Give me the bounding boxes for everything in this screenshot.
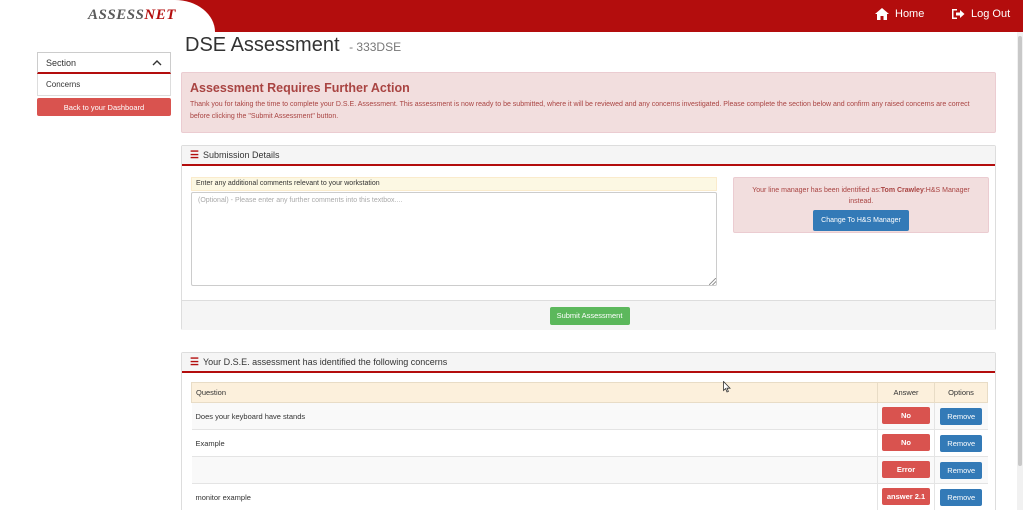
remove-button[interactable]: Remove — [940, 488, 983, 506]
back-to-dashboard-button[interactable]: Back to your Dashboard — [37, 98, 171, 116]
submission-footer: Submit Assessment — [182, 300, 995, 330]
remove-button[interactable]: Remove — [940, 434, 983, 452]
section-label: Section — [46, 57, 77, 68]
concerns-panel-header: ☰ Your D.S.E. assessment has identified … — [182, 353, 995, 373]
submission-panel-header: ☰ Submission Details — [182, 146, 995, 166]
table-header-row: Question Answer Options — [191, 382, 988, 403]
table-row: monitor example answer 2.1 Remove — [191, 483, 988, 510]
options-cell: Remove — [934, 402, 988, 430]
question-cell: Does your keyboard have stands — [191, 402, 878, 430]
manager-prefix: Your line manager has been identified as… — [752, 187, 881, 194]
manager-tail: instead. — [848, 198, 874, 205]
question-cell: Example — [191, 429, 878, 457]
chevron-up-icon — [152, 60, 162, 66]
table-row: Error Remove — [191, 456, 988, 484]
column-header-options: Options — [934, 382, 988, 403]
table-row: Does your keyboard have stands No Remove — [191, 402, 988, 430]
textarea-resize-handle[interactable] — [709, 278, 716, 285]
comment-label: Enter any additional comments relevant t… — [191, 177, 717, 191]
concerns-panel: ☰ Your D.S.E. assessment has identified … — [181, 352, 996, 510]
submission-heading: Submission Details — [202, 150, 280, 160]
submit-assessment-button[interactable]: Submit Assessment — [549, 306, 630, 325]
mouse-cursor-icon — [723, 381, 731, 393]
section-toggle[interactable]: Section — [37, 52, 171, 74]
submission-details-panel: ☰ Submission Details Enter any additiona… — [181, 145, 996, 330]
sidebar-item-label: Concerns — [46, 80, 81, 89]
top-nav-bar: ASSESSNET Home Log Out — [0, 0, 1023, 32]
logout-label: Log Out — [971, 8, 1011, 20]
logout-icon — [952, 9, 965, 19]
column-header-question: Question — [191, 382, 878, 403]
assessment-code: - 333DSE — [349, 40, 402, 54]
further-action-alert: Assessment Requires Further Action Thank… — [181, 72, 996, 133]
home-label: Home — [895, 8, 925, 20]
options-cell: Remove — [934, 429, 988, 457]
home-icon — [875, 8, 889, 20]
line-manager-notice: Your line manager has been identified as… — [733, 177, 989, 233]
answer-button[interactable]: No — [882, 433, 930, 451]
manager-name: Tom Crawley — [880, 187, 924, 194]
answer-cell: No — [877, 402, 935, 430]
page-title-text: DSE Assessment — [185, 34, 340, 56]
assessnet-logo[interactable]: ASSESSNET — [88, 7, 176, 24]
column-header-answer: Answer — [877, 382, 935, 403]
answer-button[interactable]: answer 2.1 — [882, 487, 930, 505]
list-icon: ☰ — [190, 356, 199, 368]
answer-button[interactable]: No — [882, 406, 930, 424]
manager-role: :H&S Manager — [923, 187, 970, 194]
manager-line: Your line manager has been identified as… — [734, 185, 988, 196]
sidebar-item-concerns[interactable]: Concerns — [37, 74, 171, 96]
answer-cell: Error — [877, 456, 935, 484]
options-cell: Remove — [934, 483, 988, 510]
table-row: Example No Remove — [191, 429, 988, 457]
home-link[interactable]: Home — [875, 8, 924, 20]
scrollbar-thumb[interactable] — [1018, 36, 1022, 466]
list-icon: ☰ — [190, 149, 199, 161]
logout-link[interactable]: Log Out — [951, 8, 1010, 20]
answer-cell: answer 2.1 — [877, 483, 935, 510]
answer-cell: No — [877, 429, 935, 457]
comment-textarea[interactable] — [191, 192, 717, 286]
section-sidebar: Section Concerns Back to your Dashboard — [37, 52, 171, 116]
question-cell — [191, 456, 878, 484]
remove-button[interactable]: Remove — [940, 461, 983, 479]
answer-button[interactable]: Error — [882, 460, 930, 478]
concerns-heading: Your D.S.E. assessment has identified th… — [202, 357, 448, 367]
logo-net-text: NET — [144, 7, 176, 23]
logo-area: ASSESSNET — [0, 0, 215, 32]
remove-button[interactable]: Remove — [940, 407, 983, 425]
question-cell: monitor example — [191, 483, 878, 510]
logo-assess-text: ASSESS — [88, 7, 145, 23]
alert-title: Assessment Requires Further Action — [190, 81, 410, 95]
options-cell: Remove — [934, 456, 988, 484]
page-title: DSE Assessment - 333DSE — [185, 34, 401, 57]
change-manager-button[interactable]: Change To H&S Manager — [813, 210, 909, 231]
alert-text: Thank you for taking the time to complet… — [190, 101, 970, 120]
concerns-table: Question Answer Options Does your keyboa… — [191, 382, 988, 510]
